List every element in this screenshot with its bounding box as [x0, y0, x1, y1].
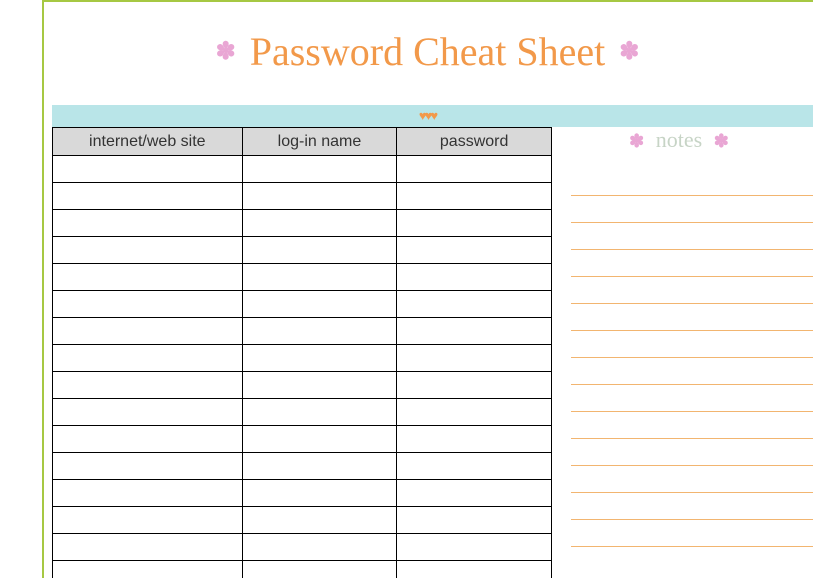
table-cell[interactable] — [53, 183, 243, 210]
table-cell[interactable] — [53, 372, 243, 399]
table-cell[interactable] — [242, 426, 397, 453]
table-row — [53, 183, 552, 210]
table-cell[interactable] — [242, 318, 397, 345]
table-cell[interactable] — [397, 183, 552, 210]
page-title: Password Cheat Sheet — [250, 28, 606, 75]
table-cell[interactable] — [53, 318, 243, 345]
table-cell[interactable] — [397, 372, 552, 399]
table-cell[interactable] — [53, 345, 243, 372]
col-header-login: log-in name — [242, 128, 397, 156]
table-cell[interactable] — [397, 453, 552, 480]
table-cell[interactable] — [242, 237, 397, 264]
note-line[interactable] — [571, 493, 813, 520]
table-cell[interactable] — [397, 345, 552, 372]
table-cell[interactable] — [53, 291, 243, 318]
table-cell[interactable] — [242, 210, 397, 237]
password-table-wrap: internet/web site log-in name password — [52, 127, 552, 578]
table-row — [53, 534, 552, 561]
table-cell[interactable] — [397, 480, 552, 507]
table-row — [53, 561, 552, 578]
table-cell[interactable] — [242, 156, 397, 183]
notes-label: notes — [656, 127, 702, 152]
flower-icon: ✽ — [619, 37, 639, 66]
table-cell[interactable] — [53, 453, 243, 480]
note-line[interactable] — [571, 304, 813, 331]
notes-title: ✽ notes ✽ — [565, 127, 813, 153]
table-cell[interactable] — [242, 291, 397, 318]
table-cell[interactable] — [397, 426, 552, 453]
table-cell[interactable] — [397, 318, 552, 345]
table-cell[interactable] — [397, 534, 552, 561]
table-cell[interactable] — [397, 561, 552, 578]
table-row — [53, 237, 552, 264]
table-cell[interactable] — [53, 210, 243, 237]
table-row — [53, 318, 552, 345]
password-table: internet/web site log-in name password — [52, 127, 552, 578]
table-cell[interactable] — [242, 183, 397, 210]
note-line[interactable] — [571, 520, 813, 547]
table-row — [53, 156, 552, 183]
table-cell[interactable] — [397, 264, 552, 291]
note-line[interactable] — [571, 223, 813, 250]
table-cell[interactable] — [242, 345, 397, 372]
table-cell[interactable] — [53, 264, 243, 291]
table-cell[interactable] — [53, 399, 243, 426]
col-header-site: internet/web site — [53, 128, 243, 156]
note-line[interactable] — [571, 466, 813, 493]
note-line[interactable] — [571, 277, 813, 304]
note-line[interactable] — [571, 412, 813, 439]
table-cell[interactable] — [53, 426, 243, 453]
flower-icon: ✽ — [714, 131, 729, 151]
table-cell[interactable] — [242, 264, 397, 291]
table-row — [53, 372, 552, 399]
table-row — [53, 210, 552, 237]
table-cell[interactable] — [242, 453, 397, 480]
table-cell[interactable] — [53, 480, 243, 507]
table-row — [53, 480, 552, 507]
table-cell[interactable] — [242, 507, 397, 534]
table-cell[interactable] — [397, 156, 552, 183]
col-header-password: password — [397, 128, 552, 156]
page: ✽ Password Cheat Sheet ✽ ♥♥♥ internet/we… — [0, 0, 813, 578]
table-cell[interactable] — [53, 561, 243, 578]
table-row — [53, 426, 552, 453]
table-row — [53, 264, 552, 291]
table-cell[interactable] — [397, 291, 552, 318]
table-cell[interactable] — [397, 210, 552, 237]
table-cell[interactable] — [53, 237, 243, 264]
note-line[interactable] — [571, 169, 813, 196]
table-row — [53, 291, 552, 318]
table-row — [53, 507, 552, 534]
table-row — [53, 399, 552, 426]
table-cell[interactable] — [242, 534, 397, 561]
note-line[interactable] — [571, 196, 813, 223]
table-cell[interactable] — [242, 561, 397, 578]
table-cell[interactable] — [397, 507, 552, 534]
table-row — [53, 453, 552, 480]
note-line[interactable] — [571, 439, 813, 466]
table-cell[interactable] — [53, 156, 243, 183]
table-cell[interactable] — [242, 480, 397, 507]
note-line[interactable] — [571, 358, 813, 385]
table-cell[interactable] — [242, 372, 397, 399]
table-cell[interactable] — [242, 399, 397, 426]
table-row — [53, 345, 552, 372]
note-line[interactable] — [571, 250, 813, 277]
table-cell[interactable] — [397, 399, 552, 426]
note-line[interactable] — [571, 331, 813, 358]
note-line[interactable] — [571, 385, 813, 412]
flower-icon: ✽ — [216, 37, 236, 66]
table-header-row: internet/web site log-in name password — [53, 128, 552, 156]
flower-icon: ✽ — [629, 131, 644, 151]
table-cell[interactable] — [397, 237, 552, 264]
table-cell[interactable] — [53, 534, 243, 561]
title-row: ✽ Password Cheat Sheet ✽ — [42, 28, 813, 75]
notes-area: ✽ notes ✽ — [565, 127, 813, 547]
table-cell[interactable] — [53, 507, 243, 534]
hearts-icon: ♥♥♥ — [42, 105, 813, 127]
